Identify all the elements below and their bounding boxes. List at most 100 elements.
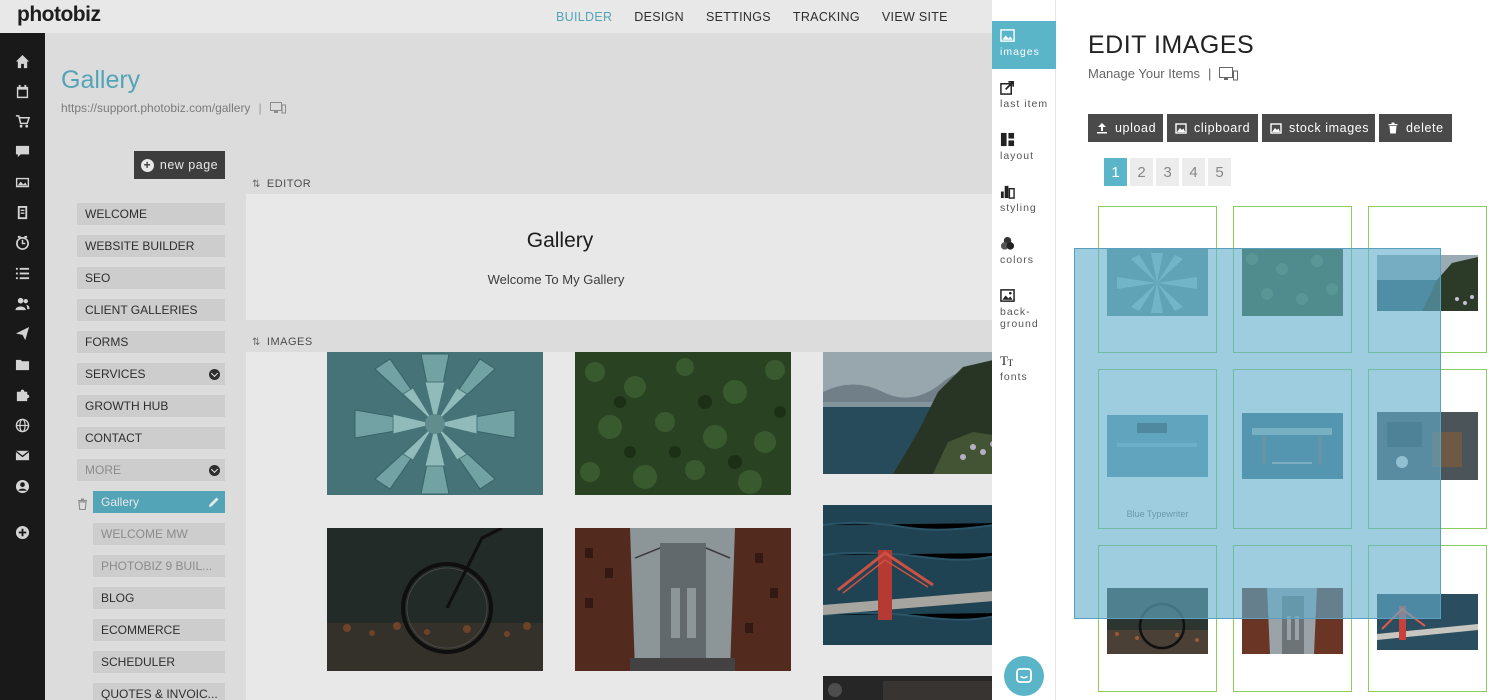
tool-images[interactable]: images xyxy=(992,21,1056,69)
page-item-ecommerce[interactable]: ECOMMERCE xyxy=(93,619,225,641)
thumb-typewriter[interactable]: Blue Typewriter xyxy=(1098,369,1217,529)
chevron-down-icon[interactable] xyxy=(209,369,220,380)
photo-red-bridge[interactable] xyxy=(823,505,1006,645)
thumb-succulent[interactable] xyxy=(1098,206,1217,353)
page-item-label: SCHEDULER xyxy=(101,655,176,669)
calendar-icon[interactable] xyxy=(14,83,30,99)
thumb-image xyxy=(1377,594,1478,650)
photo-bridge[interactable] xyxy=(575,528,791,671)
page-item-growth-hub[interactable]: GROWTH HUB xyxy=(77,395,225,417)
thumb-desk[interactable] xyxy=(1368,369,1487,529)
photo-bicycle[interactable] xyxy=(327,528,543,671)
tool-background[interactable]: back- ground xyxy=(992,288,1056,330)
nav-design[interactable]: DESIGN xyxy=(634,10,684,24)
drag-handle-icon[interactable]: ⇅ xyxy=(252,337,261,348)
layout-icon xyxy=(1000,132,1015,147)
page-button-5[interactable]: 5 xyxy=(1208,158,1231,186)
home-icon[interactable] xyxy=(14,53,30,69)
chevron-down-icon[interactable] xyxy=(209,465,220,476)
drag-handle-icon[interactable]: ⇅ xyxy=(252,179,261,190)
gallery-heading[interactable]: Gallery xyxy=(0,229,1120,253)
nav-builder[interactable]: BUILDER xyxy=(556,10,612,24)
page-item-welcome-mw[interactable]: WELCOME MW xyxy=(93,523,225,545)
new-page-button[interactable]: + new page xyxy=(134,151,225,179)
pencil-icon[interactable] xyxy=(208,496,220,508)
page-item-quotes-invoices[interactable]: QUOTES & INVOIC... xyxy=(93,683,225,700)
gallery-subheading[interactable]: Welcome To My Gallery xyxy=(0,272,1112,287)
page-item-services[interactable]: SERVICES xyxy=(77,363,225,385)
panel-title: EDIT IMAGES xyxy=(1088,31,1255,59)
photo-succulent[interactable] xyxy=(327,352,543,495)
cart-icon[interactable] xyxy=(14,113,30,129)
page-url[interactable]: https://support.photobiz.com/gallery xyxy=(61,101,250,115)
account-icon[interactable] xyxy=(14,478,30,494)
page-button-2[interactable]: 2 xyxy=(1130,158,1153,186)
tool-layout[interactable]: layout xyxy=(992,132,1056,162)
devices-icon[interactable] xyxy=(269,102,286,114)
page-item-contact[interactable]: CONTACT xyxy=(77,427,225,449)
contacts-icon[interactable] xyxy=(14,295,30,311)
thumb-image xyxy=(1377,412,1478,480)
book-icon[interactable] xyxy=(14,204,30,220)
tool-label: ground xyxy=(1000,318,1039,330)
tool-last-item[interactable]: last item xyxy=(992,80,1056,110)
tool-label: layout xyxy=(1000,150,1035,162)
page-item-welcome[interactable]: WELCOME xyxy=(77,203,225,225)
nav-settings[interactable]: SETTINGS xyxy=(706,10,771,24)
nav-tracking[interactable]: TRACKING xyxy=(793,10,860,24)
thumb-bicycle[interactable] xyxy=(1098,545,1217,692)
page-button-3[interactable]: 3 xyxy=(1156,158,1179,186)
page-item-gallery[interactable]: Gallery xyxy=(93,491,225,513)
svg-text:T: T xyxy=(1008,359,1015,368)
editor-section-label: ⇅ EDITOR xyxy=(252,178,311,190)
page-item-blog[interactable]: BLOG xyxy=(93,587,225,609)
editor-block[interactable] xyxy=(246,194,1006,320)
photo-partial[interactable] xyxy=(823,676,1006,700)
photo-forest[interactable] xyxy=(575,352,791,495)
chat-icon[interactable] xyxy=(14,143,30,159)
devices-icon[interactable] xyxy=(1219,66,1239,81)
tool-styling[interactable]: styling xyxy=(992,184,1056,214)
page-button-4[interactable]: 4 xyxy=(1182,158,1205,186)
tool-fonts[interactable]: TT fonts xyxy=(992,353,1056,383)
folder-icon[interactable] xyxy=(14,356,30,372)
thumb-red-bridge[interactable] xyxy=(1368,545,1487,692)
thumb-coast[interactable] xyxy=(1368,206,1487,353)
page-item-forms[interactable]: FORMS xyxy=(77,331,225,353)
chat-launcher-button[interactable] xyxy=(1004,656,1044,696)
photo-coast[interactable] xyxy=(823,352,1006,474)
clipboard-button[interactable]: clipboard xyxy=(1167,114,1258,142)
page-item-more[interactable]: MORE xyxy=(77,459,225,481)
thumb-image xyxy=(1107,588,1208,654)
photobiz-logo[interactable]: photobiz xyxy=(17,3,101,27)
page-item-scheduler[interactable]: SCHEDULER xyxy=(93,651,225,673)
page-button-1[interactable]: 1 xyxy=(1104,158,1127,186)
puzzle-icon[interactable] xyxy=(14,386,30,402)
gallery-icon[interactable] xyxy=(14,174,30,190)
thumb-image xyxy=(1107,415,1208,477)
page-item-label: CONTACT xyxy=(85,431,143,445)
trash-icon xyxy=(1388,122,1398,134)
delete-button[interactable]: delete xyxy=(1379,114,1452,142)
send-icon[interactable] xyxy=(14,325,30,341)
stock-images-button[interactable]: stock images xyxy=(1262,114,1375,142)
stock-images-icon xyxy=(1270,123,1282,134)
thumb-bridge[interactable] xyxy=(1233,545,1352,692)
tool-colors[interactable]: colors xyxy=(992,236,1056,266)
thumb-forest[interactable] xyxy=(1233,206,1352,353)
upload-button[interactable]: upload xyxy=(1088,114,1163,142)
mail-icon[interactable] xyxy=(14,447,30,463)
add-icon[interactable] xyxy=(14,524,30,540)
globe-icon[interactable] xyxy=(14,417,30,433)
images-block[interactable] xyxy=(246,352,1006,700)
page-item-label: MORE xyxy=(85,463,121,477)
trash-icon[interactable] xyxy=(77,498,88,510)
page-item-photobiz-9[interactable]: PHOTOBIZ 9 BUIL... xyxy=(93,555,225,577)
page-item-label: PHOTOBIZ 9 BUIL... xyxy=(101,559,213,573)
nav-view-site[interactable]: VIEW SITE xyxy=(882,10,948,24)
page-item-label: GROWTH HUB xyxy=(85,399,169,413)
thumb-pier[interactable] xyxy=(1233,369,1352,529)
page-item-label: ECOMMERCE xyxy=(101,623,181,637)
page-item-client-galleries[interactable]: CLIENT GALLERIES xyxy=(77,299,225,321)
page-item-label: SERVICES xyxy=(85,367,146,381)
